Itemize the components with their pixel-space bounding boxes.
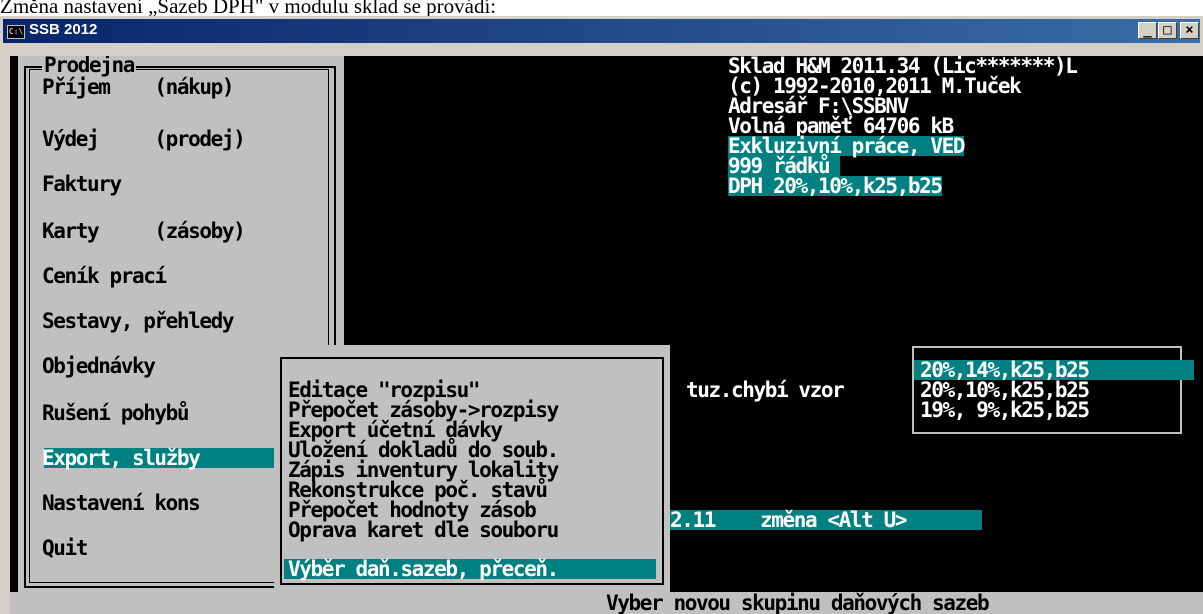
console-area[interactable]: Sklad H&M 2011.34 (Lic*******)L (c) 1992… (10, 56, 1203, 614)
info-line-4: Volná paměť 64706 kB (728, 114, 954, 138)
tax-rate-option-2[interactable]: 20%,10%,k25,b25 (920, 380, 1090, 401)
console-icon[interactable]: C:\ (7, 25, 25, 39)
tax-rate-option-1[interactable]: 20%,14%,k25,b25 (920, 360, 1090, 381)
submenu-item-oprava-karet[interactable]: Oprava karet dle souboru (288, 520, 559, 541)
window-title: SSB 2012 (29, 21, 98, 38)
version-fragment: 2.11 (670, 508, 716, 532)
info-line-2: (c) 1992-2010,2011 M.Tuček (728, 74, 1022, 98)
submenu-item-ulozeni-dokladu[interactable]: Uložení dokladů do soub. (288, 440, 559, 461)
close-button[interactable]: × (1180, 22, 1199, 39)
menu-item-karty[interactable]: Karty (zásoby) (42, 221, 246, 242)
status-line: Vyber novou skupinu daňových sazeb (10, 592, 1203, 614)
version-change-bar: 2.11 změna <Alt U> (670, 508, 982, 532)
menu-item-vydej[interactable]: Výdej (prodej) (42, 129, 246, 150)
menu-item-faktury[interactable]: Faktury (42, 174, 122, 195)
submenu-item-prepocet-zasoby[interactable]: Přepočet zásoby->rozpisy (288, 400, 559, 421)
title-bar[interactable]: C:\ SSB 2012 _ □ × (3, 19, 1200, 43)
menu-item-nastaveni[interactable]: Nastavení kons (42, 493, 201, 514)
submenu-item-prepocet-hodnoty[interactable]: Přepočet hodnoty zásob (288, 500, 537, 521)
submenu-item-editace[interactable]: Editace "rozpisu" (288, 380, 481, 401)
export-submenu: Editace "rozpisu" Přepočet zásoby->rozpi… (274, 345, 670, 596)
menu-item-quit[interactable]: Quit (42, 538, 88, 559)
main-menu-title: Prodejna (42, 56, 136, 77)
submenu-item-rekonstrukce[interactable]: Rekonstrukce poč. stavů (288, 480, 548, 501)
menu-item-objednavky[interactable]: Objednávky (42, 356, 156, 377)
info-line-6: 999 řádků (728, 154, 841, 178)
submenu-item-export-davky[interactable]: Export účetní dávky (288, 420, 503, 441)
console-window: C:\ SSB 2012 _ □ × Sklad H&M 2011.34 (Li… (0, 16, 1203, 614)
info-line-5: Exkluzivní práce, VED (728, 134, 966, 158)
change-hint: změna <Alt U> (759, 508, 908, 532)
menu-item-sestavy[interactable]: Sestavy, přehledy (42, 311, 235, 332)
tax-rate-option-3[interactable]: 19%, 9%,k25,b25 (920, 400, 1090, 421)
menu-item-prijem[interactable]: Příjem (nákup) (42, 77, 235, 98)
maximize-button[interactable]: □ (1158, 22, 1177, 39)
menu-item-export[interactable]: Export, služby (42, 448, 201, 469)
submenu-item-zapis-inventury[interactable]: Zápis inventury lokality (288, 460, 559, 481)
status-text: Vyber novou skupinu daňových sazeb (606, 591, 990, 614)
menu-item-cenik[interactable]: Ceník prací (42, 266, 167, 287)
info-line-1: Sklad H&M 2011.34 (Lic*******)L (728, 56, 1078, 78)
minimize-button[interactable]: _ (1138, 22, 1157, 39)
submenu-item-vyber-sazeb[interactable]: Výběr daň.sazeb, přeceň. (288, 559, 559, 580)
info-line-3: Adresář F:\SSBNV (728, 94, 909, 118)
menu-item-ruseni[interactable]: Rušení pohybů (42, 403, 190, 424)
tuz-text: tuz.chybí vzor (686, 378, 845, 402)
info-line-7: DPH 20%,10%,k25,b25 (728, 174, 943, 198)
